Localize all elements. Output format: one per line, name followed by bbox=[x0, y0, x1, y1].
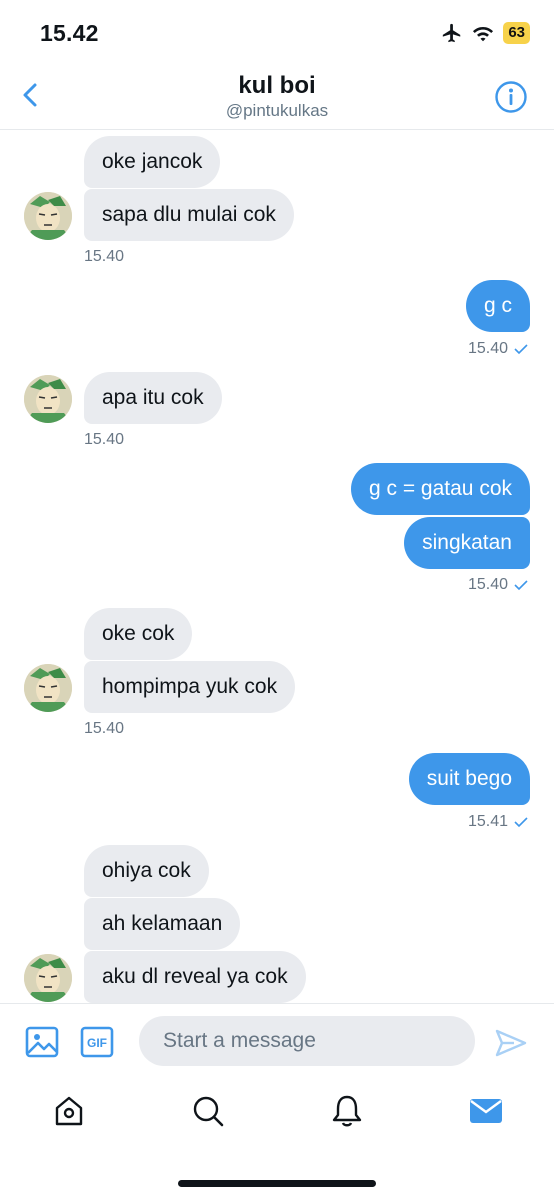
conversation-header: kul boi @pintukulkas bbox=[0, 62, 554, 130]
gif-label: GIF bbox=[87, 1036, 107, 1050]
search-icon[interactable] bbox=[190, 1093, 226, 1129]
battery-icon: 63 bbox=[503, 22, 530, 44]
incoming-message-bubble[interactable]: ohiya cok bbox=[84, 845, 209, 897]
incoming-message-bubble[interactable]: oke cok bbox=[84, 608, 193, 660]
image-icon[interactable] bbox=[24, 1024, 60, 1060]
incoming-message-bubble[interactable]: hompimpa yuk cok bbox=[84, 661, 296, 713]
checkmark-icon bbox=[514, 344, 528, 355]
status-icons: 63 bbox=[441, 22, 530, 44]
incoming-message-bubble[interactable]: oke jancok bbox=[84, 136, 221, 188]
incoming-message-bubble[interactable]: apa itu cok bbox=[84, 372, 222, 424]
message-timestamp: 15.41 bbox=[468, 813, 528, 831]
status-time: 15.42 bbox=[40, 20, 99, 46]
tab-bar bbox=[0, 1079, 554, 1200]
timestamp-text: 15.40 bbox=[467, 340, 508, 357]
status-bar: 15.42 63 bbox=[0, 0, 554, 62]
contact-name: kul boi bbox=[238, 72, 316, 99]
gif-button[interactable]: GIF bbox=[80, 1026, 114, 1058]
outgoing-message-bubble[interactable]: g c = gatau cok bbox=[350, 463, 530, 515]
message-input[interactable] bbox=[139, 1016, 475, 1066]
incoming-message-bubble[interactable]: sapa dlu mulai cok bbox=[84, 189, 294, 241]
messages-icon[interactable] bbox=[468, 1093, 504, 1129]
info-icon[interactable] bbox=[494, 80, 528, 114]
checkmark-icon bbox=[514, 580, 528, 591]
incoming-message-bubble[interactable]: aku dl reveal ya cok bbox=[84, 951, 306, 1003]
avatar[interactable] bbox=[24, 664, 72, 712]
checkmark-icon bbox=[514, 817, 528, 828]
message-timestamp: 15.40 bbox=[468, 576, 528, 594]
avatar[interactable] bbox=[24, 375, 72, 423]
send-icon[interactable] bbox=[494, 1026, 528, 1060]
outgoing-message-bubble[interactable]: singkatan bbox=[404, 517, 530, 569]
timestamp-text: 15.40 bbox=[467, 576, 508, 593]
message-timestamp: 15.40 bbox=[84, 431, 125, 448]
message-composer: GIF bbox=[0, 1003, 554, 1079]
contact-handle: @pintukulkas bbox=[225, 101, 329, 120]
message-timestamp: 15.40 bbox=[84, 720, 125, 737]
timestamp-text: 15.41 bbox=[467, 813, 508, 830]
notifications-icon[interactable] bbox=[329, 1093, 365, 1129]
header-titles[interactable]: kul boi @pintukulkas bbox=[0, 72, 554, 122]
outgoing-message-bubble[interactable]: suit bego bbox=[408, 753, 530, 805]
message-timestamp: 15.40 bbox=[84, 248, 125, 265]
home-icon[interactable] bbox=[51, 1093, 87, 1129]
avatar[interactable] bbox=[24, 954, 72, 1002]
airplane-icon bbox=[443, 23, 461, 43]
home-indicator bbox=[178, 1180, 376, 1187]
wifi-icon bbox=[473, 27, 494, 42]
incoming-message-bubble[interactable]: ah kelamaan bbox=[84, 898, 241, 950]
message-timestamp: 15.40 bbox=[468, 340, 528, 358]
avatar[interactable] bbox=[24, 192, 72, 240]
message-thread[interactable]: oke jancok sapa dlu mulai cok 15.40 g c … bbox=[0, 131, 554, 1003]
outgoing-message-bubble[interactable]: g c bbox=[465, 280, 530, 332]
